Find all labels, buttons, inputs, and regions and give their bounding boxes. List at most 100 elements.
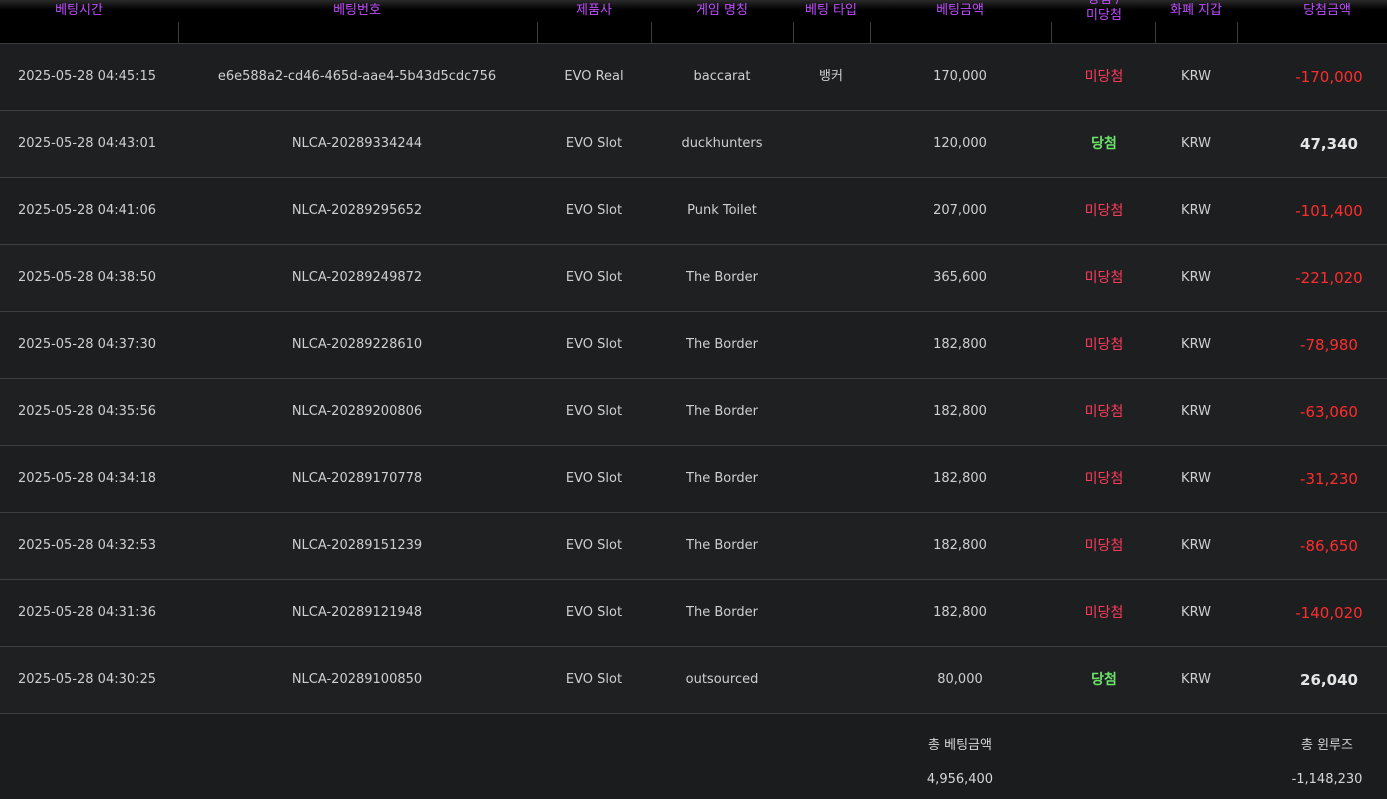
bet-number: e6e588a2-cd46-465d-aae4-5b43d5cdc756 — [217, 69, 497, 84]
game-name: Punk Toilet — [687, 203, 757, 218]
header-wallet: 화폐 지갑 — [1170, 3, 1222, 18]
win-amount: -170,000 — [1295, 68, 1363, 86]
bet-amount: 182,800 — [933, 404, 987, 419]
header-result: 당첨 / 미당첨 — [1086, 0, 1122, 24]
result-status: 미당첨 — [1084, 337, 1124, 353]
header-bet-no: 베팅번호 — [333, 3, 381, 18]
wallet-currency: KRW — [1181, 337, 1211, 352]
bet-amount: 182,800 — [933, 605, 987, 620]
bet-number: NLCA-20289170778 — [291, 471, 423, 486]
wallet-currency: KRW — [1181, 270, 1211, 285]
header-bet-amount: 베팅금액 — [936, 3, 984, 18]
provider: EVO Slot — [565, 136, 623, 151]
header-result-top: 당첨 / — [1086, 0, 1122, 8]
game-name: outsourced — [685, 672, 759, 687]
bet-amount: 170,000 — [933, 69, 987, 84]
header-divider — [1051, 22, 1052, 43]
bet-amount: 182,800 — [933, 337, 987, 352]
result-status: 미당첨 — [1084, 471, 1124, 487]
table-header: 베팅시간 베팅번호 제품사 게임 명칭 베팅 타입 베팅금액 당첨 / 미당첨 … — [0, 0, 1387, 44]
bet-time: 2025-05-28 04:43:01 — [18, 136, 157, 151]
header-divider — [651, 22, 652, 43]
header-divider — [870, 22, 871, 43]
wallet-currency: KRW — [1181, 136, 1211, 151]
total-bet-value: 4,956,400 — [926, 772, 994, 787]
bet-number: NLCA-20289295652 — [291, 203, 423, 218]
result-status: 미당첨 — [1084, 538, 1124, 554]
bet-time: 2025-05-28 04:31:36 — [18, 605, 157, 620]
table-row[interactable]: 2025-05-28 04:32:53 NLCA-20289151239 EVO S… — [0, 513, 1387, 580]
provider: EVO Slot — [565, 203, 623, 218]
bet-amount: 120,000 — [933, 136, 987, 151]
total-winloss-value: -1,148,230 — [1291, 772, 1363, 787]
bet-time: 2025-05-28 04:34:18 — [18, 471, 157, 486]
game-name: The Border — [686, 605, 758, 620]
bet-amount: 365,600 — [933, 270, 987, 285]
header-divider — [178, 22, 179, 43]
win-amount: -101,400 — [1295, 202, 1363, 220]
table-row[interactable]: 2025-05-28 04:30:25 NLCA-20289100850 EVO S… — [0, 647, 1387, 714]
win-amount: -78,980 — [1300, 336, 1358, 354]
provider: EVO Slot — [565, 605, 623, 620]
provider: EVO Real — [564, 69, 624, 84]
bet-number: NLCA-20289200806 — [291, 404, 423, 419]
total-bet-label: 총 베팅금액 — [928, 738, 992, 753]
bet-type: 뱅커 — [819, 69, 843, 84]
game-name: The Border — [686, 270, 758, 285]
bet-number: NLCA-20289228610 — [291, 337, 423, 352]
table-row[interactable]: 2025-05-28 04:34:18 NLCA-20289170778 EVO S… — [0, 446, 1387, 513]
bet-history-table: 베팅시간 베팅번호 제품사 게임 명칭 베팅 타입 베팅금액 당첨 / 미당첨 … — [0, 0, 1387, 799]
result-status: 당첨 — [1091, 136, 1117, 152]
table-row[interactable]: 2025-05-28 04:43:01 NLCA-20289334244 EVO S… — [0, 111, 1387, 178]
wallet-currency: KRW — [1181, 538, 1211, 553]
bet-number: NLCA-20289100850 — [291, 672, 423, 687]
bet-amount: 182,800 — [933, 471, 987, 486]
bet-amount: 80,000 — [937, 672, 983, 687]
win-amount: 26,040 — [1300, 671, 1358, 689]
win-amount: -63,060 — [1300, 403, 1358, 421]
header-divider — [1237, 22, 1238, 43]
win-amount: -221,020 — [1295, 269, 1363, 287]
table-row[interactable]: 2025-05-28 04:38:50 NLCA-20289249872 EVO S… — [0, 245, 1387, 312]
wallet-currency: KRW — [1181, 471, 1211, 486]
provider: EVO Slot — [565, 672, 623, 687]
game-name: duckhunters — [681, 136, 763, 151]
table-row[interactable]: 2025-05-28 04:31:36 NLCA-20289121948 EVO S… — [0, 580, 1387, 647]
header-divider — [793, 22, 794, 43]
win-amount: -140,020 — [1295, 604, 1363, 622]
provider: EVO Slot — [565, 471, 623, 486]
table-row[interactable]: 2025-05-28 04:37:30 NLCA-20289228610 EVO S… — [0, 312, 1387, 379]
header-game: 게임 명칭 — [696, 3, 748, 18]
result-status: 미당첨 — [1084, 69, 1124, 85]
total-winloss-label: 총 윈루즈 — [1301, 738, 1353, 753]
provider: EVO Slot — [565, 270, 623, 285]
header-result-bottom: 미당첨 — [1086, 8, 1122, 23]
header-divider — [537, 22, 538, 43]
table-row[interactable]: 2025-05-28 04:45:15 e6e588a2-cd46-465d-aa… — [0, 44, 1387, 111]
win-amount: -86,650 — [1300, 537, 1358, 555]
game-name: baccarat — [693, 69, 751, 84]
header-divider — [1155, 22, 1156, 43]
bet-number: NLCA-20289249872 — [291, 270, 423, 285]
bet-amount: 182,800 — [933, 538, 987, 553]
bet-number: NLCA-20289151239 — [291, 538, 423, 553]
result-status: 당첨 — [1091, 672, 1117, 688]
result-status: 미당첨 — [1084, 203, 1124, 219]
game-name: The Border — [686, 404, 758, 419]
provider: EVO Slot — [565, 404, 623, 419]
header-bet-type: 베팅 타입 — [805, 3, 857, 18]
table-row[interactable]: 2025-05-28 04:41:06 NLCA-20289295652 EVO S… — [0, 178, 1387, 245]
bet-time: 2025-05-28 04:37:30 — [18, 337, 157, 352]
bet-number: NLCA-20289121948 — [291, 605, 423, 620]
game-name: The Border — [686, 337, 758, 352]
bet-amount: 207,000 — [933, 203, 987, 218]
result-status: 미당첨 — [1084, 605, 1124, 621]
wallet-currency: KRW — [1181, 605, 1211, 620]
bet-number: NLCA-20289334244 — [291, 136, 423, 151]
bet-time: 2025-05-28 04:45:15 — [18, 69, 157, 84]
win-amount: -31,230 — [1300, 470, 1358, 488]
table-row[interactable]: 2025-05-28 04:35:56 NLCA-20289200806 EVO S… — [0, 379, 1387, 446]
table-footer: 총 베팅금액 4,956,400 총 윈루즈 -1,148,230 — [0, 714, 1387, 799]
wallet-currency: KRW — [1181, 203, 1211, 218]
wallet-currency: KRW — [1181, 672, 1211, 687]
